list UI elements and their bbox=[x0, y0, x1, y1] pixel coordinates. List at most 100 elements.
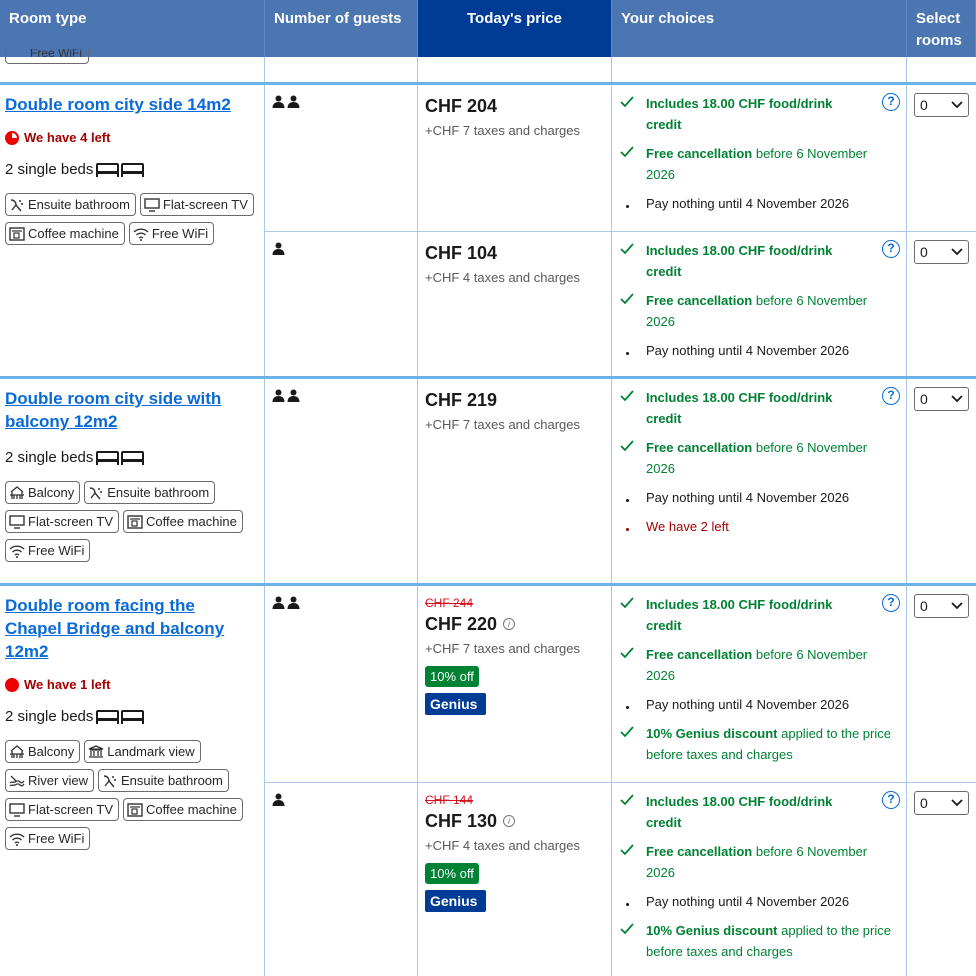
person-icon bbox=[287, 596, 300, 609]
wifi-icon bbox=[9, 832, 25, 846]
pay-later-item: Pay nothing until 4 November 2026 bbox=[620, 193, 898, 214]
genius-discount-item: 10% Genius discount applied to the price… bbox=[620, 920, 898, 962]
info-icon[interactable]: i bbox=[503, 815, 516, 827]
header-price: Today's price bbox=[418, 0, 612, 57]
discount-badge: 10% off bbox=[425, 666, 479, 687]
single-bed-icon bbox=[96, 450, 145, 465]
facility-chip: Coffee machine bbox=[5, 222, 125, 245]
room-group: Double room city side with balcony 12m2 … bbox=[0, 376, 976, 584]
room-quantity-select[interactable]: 0 bbox=[914, 240, 969, 264]
check-icon bbox=[620, 437, 646, 479]
help-icon[interactable]: ? bbox=[882, 594, 900, 612]
credit-item: Includes 18.00 CHF food/drink credit bbox=[620, 93, 840, 135]
check-icon bbox=[620, 723, 646, 765]
facility-chip: Ensuite bathroom bbox=[97, 769, 229, 792]
credit-item: Includes 18.00 CHF food/drink credit bbox=[620, 594, 840, 636]
facility-list: Balcony Ensuite bathroom Flat-screen TV … bbox=[5, 481, 259, 562]
choices-cell: ? Includes 18.00 CHF food/drink credit F… bbox=[612, 85, 907, 231]
current-price: CHF 204 bbox=[425, 96, 498, 116]
room-quantity-select[interactable]: 0 bbox=[914, 594, 969, 618]
taxes-text: +CHF 7 taxes and charges bbox=[425, 123, 580, 138]
check-icon bbox=[620, 841, 646, 883]
facility-chip: River view bbox=[5, 769, 94, 792]
facility-chip: Flat-screen TV bbox=[139, 193, 254, 216]
tv-icon bbox=[9, 802, 25, 817]
current-price: CHF 130 i bbox=[425, 810, 604, 832]
facility-chip: Flat-screen TV bbox=[5, 510, 120, 533]
chevron-down-icon bbox=[951, 101, 963, 109]
cancellation-item: Free cancellation before 6 November 2026 bbox=[620, 841, 898, 883]
facility-chip: Balcony bbox=[5, 481, 81, 504]
balcony-icon bbox=[10, 485, 24, 499]
table-header: Room type Number of guests Today's price… bbox=[0, 0, 976, 57]
guest-count bbox=[265, 379, 418, 584]
guest-count bbox=[265, 232, 418, 378]
bed-info: 2 single beds bbox=[5, 708, 259, 725]
table-row: CHF 144 CHF 130 i +CHF 4 taxes and charge… bbox=[265, 782, 976, 976]
bullet-icon bbox=[626, 903, 629, 906]
tv-icon bbox=[144, 197, 160, 212]
cancellation-item: Free cancellation before 6 November 2026 bbox=[620, 644, 898, 686]
chevron-down-icon bbox=[951, 799, 963, 807]
facility-list: Ensuite bathroom Flat-screen TV Coffee m… bbox=[5, 193, 259, 245]
room-table: Room type Number of guests Today's price… bbox=[0, 0, 976, 976]
facility-chip: Free WiFi bbox=[5, 49, 89, 64]
room-group: Double room facing the Chapel Bridge and… bbox=[0, 583, 976, 976]
help-icon[interactable]: ? bbox=[882, 387, 900, 405]
facility-chip: Free WiFi bbox=[5, 539, 91, 562]
check-icon bbox=[620, 644, 646, 686]
price-cell: CHF 104 +CHF 4 taxes and charges bbox=[418, 232, 612, 378]
select-cell: 0 bbox=[907, 232, 976, 378]
bullet-icon bbox=[626, 205, 629, 208]
facility-chip: Coffee machine bbox=[123, 798, 243, 821]
room-quantity-select[interactable]: 0 bbox=[914, 791, 969, 815]
help-icon[interactable]: ? bbox=[882, 93, 900, 111]
help-icon[interactable]: ? bbox=[882, 791, 900, 809]
room-info: Double room city side with balcony 12m2 … bbox=[0, 379, 265, 584]
landmark-icon bbox=[88, 744, 104, 758]
single-bed-icon bbox=[96, 709, 145, 724]
original-price: CHF 244 bbox=[425, 596, 474, 610]
bed-info: 2 single beds bbox=[5, 161, 259, 178]
person-icon bbox=[287, 95, 300, 108]
bullet-icon bbox=[626, 706, 629, 709]
room-quantity-select[interactable]: 0 bbox=[914, 387, 969, 411]
table-row: CHF 204 +CHF 7 taxes and charges ? Inclu… bbox=[265, 85, 976, 231]
choices-cell: ? Includes 18.00 CHF food/drink credit F… bbox=[612, 586, 907, 782]
person-icon bbox=[287, 389, 300, 402]
credit-item: Includes 18.00 CHF food/drink credit bbox=[620, 240, 840, 282]
bathroom-icon bbox=[103, 774, 116, 787]
room-info: Double room city side 14m2 We have 4 lef… bbox=[0, 85, 265, 378]
river-view-icon bbox=[9, 775, 25, 786]
scarcity-icon bbox=[5, 677, 19, 692]
price-cell: CHF 204 +CHF 7 taxes and charges bbox=[418, 85, 612, 231]
check-icon bbox=[620, 240, 646, 282]
room-name-link[interactable]: Double room city side with balcony 12m2 bbox=[5, 387, 259, 433]
bullet-icon bbox=[626, 528, 629, 531]
help-icon[interactable]: ? bbox=[882, 240, 900, 258]
table-row: CHF 244 CHF 220 i +CHF 7 taxes and charge… bbox=[265, 586, 976, 782]
room-group: Double room city side 14m2 We have 4 lef… bbox=[0, 82, 976, 378]
select-cell: 0 bbox=[907, 379, 976, 584]
facility-chip: Free WiFi bbox=[5, 827, 91, 850]
info-icon[interactable]: i bbox=[503, 618, 516, 630]
person-icon bbox=[272, 793, 285, 806]
facility-chip: Ensuite bathroom bbox=[5, 193, 136, 216]
check-icon bbox=[620, 93, 646, 135]
room-quantity-select[interactable]: 0 bbox=[914, 93, 969, 117]
room-name-link[interactable]: Double room city side 14m2 bbox=[5, 93, 259, 116]
balcony-icon bbox=[10, 744, 24, 758]
room-name-link[interactable]: Double room facing the Chapel Bridge and… bbox=[5, 594, 225, 663]
bathroom-icon bbox=[90, 486, 103, 499]
tv-icon bbox=[9, 514, 25, 529]
table-row: CHF 104 +CHF 4 taxes and charges ? Inclu… bbox=[265, 231, 976, 378]
choices-cell: ? Includes 18.00 CHF food/drink credit F… bbox=[612, 783, 907, 976]
check-icon bbox=[620, 791, 646, 833]
choices-cell: ? Includes 18.00 CHF food/drink credit F… bbox=[612, 379, 907, 584]
pay-later-item: Pay nothing until 4 November 2026 bbox=[620, 694, 898, 715]
bathroom-icon bbox=[10, 198, 23, 211]
guest-count bbox=[265, 85, 418, 231]
taxes-text: +CHF 7 taxes and charges bbox=[425, 417, 580, 432]
select-cell: 0 bbox=[907, 783, 976, 976]
check-icon bbox=[620, 387, 646, 429]
